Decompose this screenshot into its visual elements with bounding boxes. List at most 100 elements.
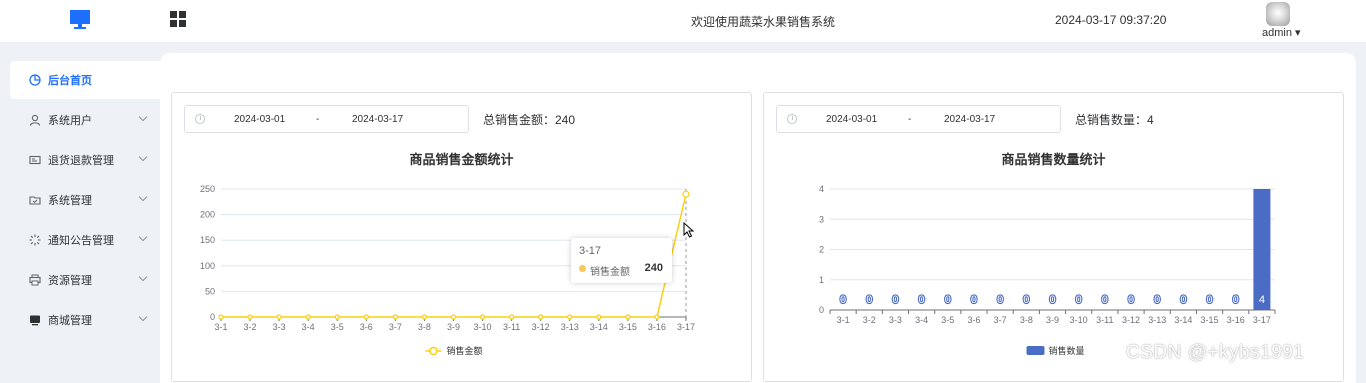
y-tick-label: 100 (200, 261, 215, 271)
x-tick-label: 3-11 (1096, 315, 1113, 325)
bar-data-label: 0 (1049, 294, 1055, 306)
x-tick-label: 3-2 (863, 315, 876, 325)
x-tick-label: 3-10 (1070, 315, 1088, 325)
chevron-down-icon (138, 152, 148, 162)
sidebar-item-label: 系统管理 (48, 195, 92, 207)
x-tick-label: 3-12 (532, 322, 550, 332)
bar-data-label: 0 (840, 294, 846, 306)
sidebar-item-label: 资源管理 (48, 275, 92, 287)
sidebar-item-mall[interactable]: 商城管理 (10, 301, 160, 339)
chevron-down-icon (138, 312, 148, 322)
data-point (392, 314, 398, 320)
y-tick-label: 4 (819, 184, 824, 194)
y-tick-label: 0 (819, 305, 824, 315)
sidebar-item-label: 商城管理 (48, 315, 92, 327)
x-tick-label: 3-8 (418, 322, 431, 332)
x-tick-label: 3-2 (244, 322, 257, 332)
x-tick-label: 3-5 (941, 315, 954, 325)
sidebar-item-label: 通知公告管理 (48, 235, 114, 247)
data-point (305, 314, 311, 320)
bar-data-label: 0 (1233, 294, 1239, 306)
x-tick-label: 3-8 (1020, 315, 1033, 325)
sales-quantity-card: 2024-03-01 - 2024-03-17 总销售数量：4 商品销售数量统计… (763, 92, 1344, 382)
pie-chart-icon (28, 73, 42, 87)
sidebar-item-resources[interactable]: 资源管理 (10, 261, 160, 299)
chevron-down-icon (138, 232, 148, 242)
x-tick-label: 3-17 (677, 322, 695, 332)
data-point (218, 314, 224, 320)
x-tick-label: 3-16 (1227, 315, 1245, 325)
data-point (363, 314, 369, 320)
y-tick-label: 200 (200, 210, 215, 220)
x-tick-label: 3-1 (837, 315, 850, 325)
bar-data-label: 0 (1023, 294, 1029, 306)
x-tick-label: 3-12 (1122, 315, 1140, 325)
x-tick-label: 3-4 (915, 315, 928, 325)
data-point (334, 314, 340, 320)
data-point (450, 314, 457, 320)
avatar[interactable] (1266, 2, 1290, 26)
x-tick-label: 3-14 (1174, 315, 1192, 325)
bar-data-label: 0 (1102, 294, 1108, 306)
sales-quantity-bar-chart: 0 1 2 3 4 3-1 3-2 3-3 3-4 3-5 3-6 3-7 3-8 3-9 3-10 3-11… (819, 184, 1276, 356)
x-tick-label: 3-3 (889, 315, 902, 325)
bar-data-label: 4 (1259, 294, 1265, 306)
x-tick-label: 3-7 (389, 322, 402, 332)
x-tick-label: 3-10 (474, 322, 492, 332)
x-tick-label: 3-11 (503, 322, 520, 332)
x-tick-label: 3-5 (331, 322, 344, 332)
sidebar-item-dashboard[interactable]: 后台首页 (10, 61, 160, 99)
x-tick-label: 3-9 (1046, 315, 1059, 325)
bar-data-label: 0 (1180, 294, 1186, 306)
sidebar-item-notices[interactable]: 通知公告管理 (10, 221, 160, 259)
monitor-icon (28, 313, 42, 327)
y-tick-label: 50 (205, 286, 215, 296)
sales-amount-card: 2024-03-01 - 2024-03-17 总销售金额：240 商品销售金额… (171, 92, 752, 382)
data-point (596, 314, 602, 320)
x-tick-label: 3-17 (1253, 315, 1271, 325)
tooltip-series-name: 销售金额 (590, 267, 630, 278)
user-icon (28, 113, 42, 127)
user-dropdown[interactable]: admin ▾ (1262, 26, 1301, 39)
sidebar-item-refunds[interactable]: 退货退款管理 (10, 141, 160, 179)
bar-data-label: 0 (1206, 294, 1212, 306)
bar-data-label: 0 (892, 294, 898, 306)
mouse-cursor-icon (683, 222, 695, 238)
data-point (538, 314, 544, 320)
folder-check-icon (28, 193, 42, 207)
legend-swatch (1026, 346, 1045, 355)
legend-label: 销售数量 (1049, 345, 1085, 356)
data-point (682, 190, 690, 198)
x-tick-label: 3-13 (561, 322, 579, 332)
x-tick-label: 3-9 (447, 322, 460, 332)
data-point (247, 314, 253, 320)
data-point (567, 314, 573, 320)
x-tick-label: 3-1 (214, 322, 227, 332)
data-point (276, 314, 282, 320)
x-tick-label: 3-16 (648, 322, 666, 332)
tooltip-series-dot (579, 265, 586, 272)
data-point (421, 314, 428, 320)
sidebar-item-system-users[interactable]: 系统用户 (10, 101, 160, 139)
top-bar: 欢迎使用蔬菜水果销售系统 2024-03-17 09:37:20 admin ▾ (0, 0, 1366, 42)
y-tick-label: 150 (200, 235, 215, 245)
x-tick-label: 3-15 (619, 322, 637, 332)
bar-data-label: 0 (866, 294, 872, 306)
y-tick-label: 0 (210, 312, 215, 322)
sidebar-item-system-management[interactable]: 系统管理 (10, 181, 160, 219)
loading-icon (28, 233, 42, 247)
x-tick-label: 3-6 (360, 322, 373, 332)
current-datetime: 2024-03-17 09:37:20 (1055, 13, 1167, 27)
bar-data-label: 0 (945, 294, 951, 306)
data-point (509, 314, 515, 320)
sidebar-item-label: 退货退款管理 (48, 155, 114, 167)
y-tick-label: 3 (819, 214, 824, 224)
tooltip-value: 240 (644, 262, 663, 274)
data-point (654, 314, 660, 320)
legend-dot-swatch (429, 346, 438, 356)
printer-icon (28, 273, 42, 287)
bar-data-label: 0 (1076, 294, 1082, 306)
data-point (479, 314, 486, 320)
chevron-down-icon (138, 112, 148, 122)
bar-data-label: 0 (1128, 294, 1134, 306)
